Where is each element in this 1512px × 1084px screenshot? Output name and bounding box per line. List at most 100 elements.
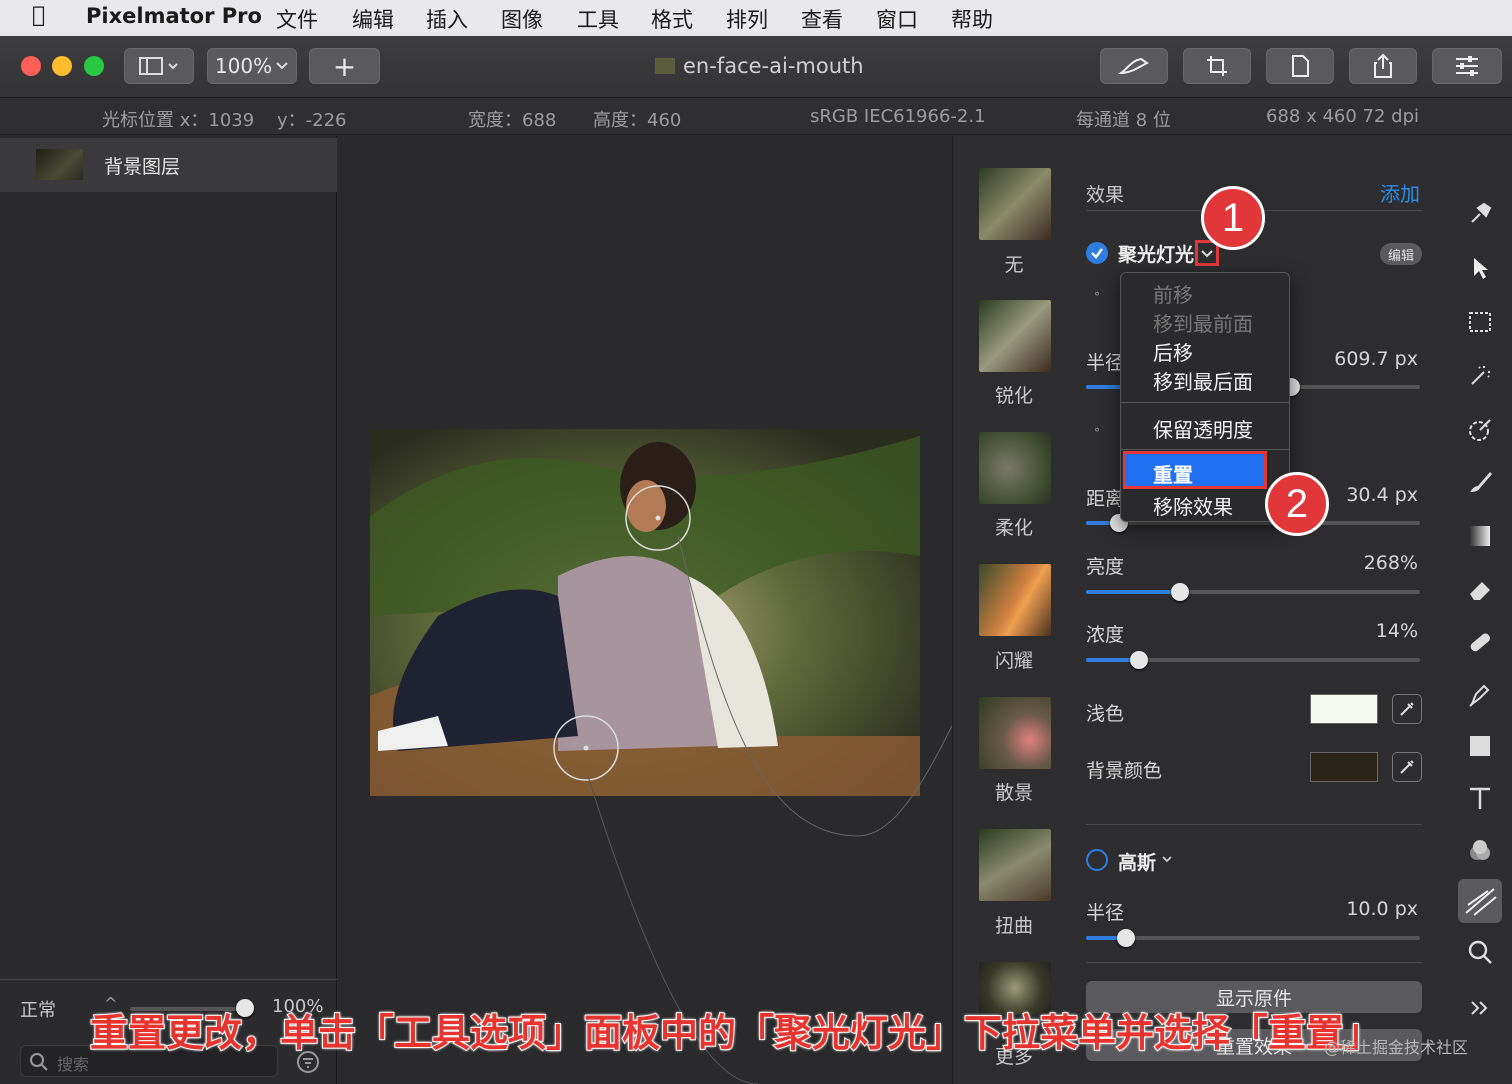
close-window-button[interactable] [21, 56, 41, 76]
info-bar: 光标位置 x：1039 y：-226 宽度：688 高度：460 sRGB IE… [0, 98, 1512, 135]
menu-separator [1121, 402, 1289, 403]
effect-thumb-distort[interactable] [979, 829, 1051, 901]
density-value[interactable]: 14% [1314, 620, 1418, 642]
document-button[interactable] [1266, 48, 1334, 84]
share-button[interactable] [1349, 48, 1417, 84]
menu-item-reset[interactable]: 重置 [1123, 451, 1267, 489]
color-tool-icon[interactable] [1464, 834, 1496, 866]
zoom-dropdown[interactable]: 100% [207, 48, 297, 84]
menu-view[interactable]: 查看 [801, 4, 843, 34]
effect-thumb-blur[interactable] [979, 432, 1051, 504]
selection-tool-icon[interactable] [1464, 306, 1496, 338]
width-readout: 宽度：688 [468, 110, 557, 131]
density-slider-knob[interactable] [1130, 651, 1148, 669]
tint-eyedropper-button[interactable] [1392, 694, 1422, 724]
effect-enabled-checkbox[interactable] [1086, 242, 1108, 264]
erase-tool-icon[interactable] [1464, 574, 1496, 606]
bullet-icon: ° [1094, 290, 1100, 304]
share-icon [1374, 53, 1392, 78]
adjustments-button[interactable] [1432, 48, 1502, 84]
effect-label-none: 无 [1004, 254, 1024, 276]
checkmark-icon [1091, 248, 1103, 259]
type-tool-icon[interactable] [1464, 782, 1496, 814]
height-readout: 高度：460 [593, 110, 682, 131]
effect-name-gaussian[interactable]: 高斯 [1118, 848, 1156, 875]
menu-window[interactable]: 窗口 [876, 4, 918, 34]
menu-tools[interactable]: 工具 [577, 4, 619, 34]
edit-effect-button[interactable]: 编辑 [1380, 243, 1422, 265]
zoom-tool-icon[interactable] [1464, 936, 1496, 968]
blend-mode-dropdown[interactable]: 正常 [20, 996, 56, 1022]
zoom-window-button[interactable] [84, 56, 104, 76]
sidebar-toggle-button[interactable] [124, 48, 194, 84]
brightness-slider-fill [1086, 590, 1180, 594]
effect-name-spotlight[interactable]: 聚光灯光 [1118, 240, 1194, 267]
effect-thumb-none[interactable] [979, 168, 1051, 240]
effect-label-sharpen: 锐化 [994, 385, 1033, 407]
gaussian-enabled-checkbox[interactable] [1086, 849, 1108, 871]
spotlight-center-2[interactable] [583, 745, 589, 751]
eyedropper-icon [1400, 760, 1414, 774]
step-badge-1: 1 [1201, 186, 1265, 250]
effect-thumb-sharpen[interactable] [979, 300, 1051, 372]
magic-select-tool-icon[interactable] [1464, 360, 1496, 392]
effects-section-title: 效果 [1086, 184, 1125, 206]
effect-thumb-bokeh[interactable] [979, 697, 1051, 769]
effect-label-distort: 扭曲 [994, 915, 1033, 937]
menu-edit[interactable]: 编辑 [352, 4, 394, 34]
arrange-tool-icon[interactable] [1464, 252, 1496, 284]
add-button[interactable]: + [309, 48, 380, 84]
distance-value[interactable]: 30.4 px [1314, 484, 1418, 506]
gaussian-slider-track[interactable] [1086, 936, 1420, 940]
expand-tools-icon[interactable] [1464, 992, 1496, 1024]
shape-tool-icon[interactable] [1464, 730, 1496, 762]
effect-thumb-glow[interactable] [979, 564, 1051, 636]
paint-tool-icon[interactable] [1464, 466, 1496, 498]
color-adjust-tool-icon[interactable] [1464, 414, 1496, 446]
minimize-window-button[interactable] [52, 56, 72, 76]
tint-color-well[interactable] [1310, 694, 1378, 724]
step-badge-2: 2 [1265, 472, 1329, 536]
radius-value[interactable]: 609.7 px [1314, 348, 1418, 370]
menu-arrange[interactable]: 排列 [726, 4, 768, 34]
menu-item-remove-effect[interactable]: 移除效果 [1153, 491, 1233, 520]
menu-item-send-to-back[interactable]: 移到最后面 [1153, 366, 1253, 395]
brightness-slider-knob[interactable] [1171, 583, 1189, 601]
menu-item-preserve-transparency[interactable]: 保留透明度 [1153, 414, 1253, 443]
menu-image[interactable]: 图像 [501, 4, 543, 34]
apple-icon[interactable]:  [32, 3, 45, 28]
menu-separator [1121, 449, 1289, 450]
background-eyedropper-button[interactable] [1392, 752, 1422, 782]
background-color-well[interactable] [1310, 752, 1378, 782]
crop-button[interactable] [1183, 48, 1251, 84]
effects-tool-active[interactable] [1458, 879, 1502, 923]
document-title: en-face-ai-mouth [683, 54, 864, 78]
style-tool-button[interactable] [1100, 48, 1168, 84]
menu-item-reset-label: 重置 [1153, 463, 1193, 487]
menu-insert[interactable]: 插入 [426, 4, 468, 34]
radius-label: 半径 [1086, 352, 1125, 374]
window-title: en-face-ai-mouth [655, 54, 864, 78]
layer-thumbnail [36, 149, 83, 180]
tint-label: 浅色 [1086, 703, 1125, 725]
gaussian-radius-label: 半径 [1086, 902, 1125, 924]
brightness-value[interactable]: 268% [1314, 552, 1418, 574]
menu-file[interactable]: 文件 [276, 4, 318, 34]
gaussian-slider-knob[interactable] [1117, 929, 1135, 947]
menu-format[interactable]: 格式 [651, 4, 693, 34]
tools-sidebar [1448, 136, 1512, 1084]
retouch-tool-icon[interactable] [1464, 626, 1496, 658]
menu-item-send-backward[interactable]: 后移 [1153, 337, 1193, 366]
spotlight-center-1[interactable] [655, 515, 661, 521]
add-effect-link[interactable]: 添加 [1380, 178, 1420, 207]
menu-help[interactable]: 帮助 [951, 4, 993, 34]
gradient-tool-icon[interactable] [1464, 520, 1496, 552]
gaussian-radius-value[interactable]: 10.0 px [1314, 898, 1418, 920]
style-tool-icon[interactable] [1464, 198, 1496, 230]
pen-tool-icon[interactable] [1464, 678, 1496, 710]
layer-row[interactable]: 背景图层 [0, 138, 337, 192]
chevron-down-icon[interactable] [1160, 854, 1174, 866]
density-label: 浓度 [1086, 624, 1125, 646]
app-menu[interactable]: Pixelmator Pro [86, 4, 262, 28]
menu-item-bring-forward: 前移 [1153, 283, 1193, 307]
